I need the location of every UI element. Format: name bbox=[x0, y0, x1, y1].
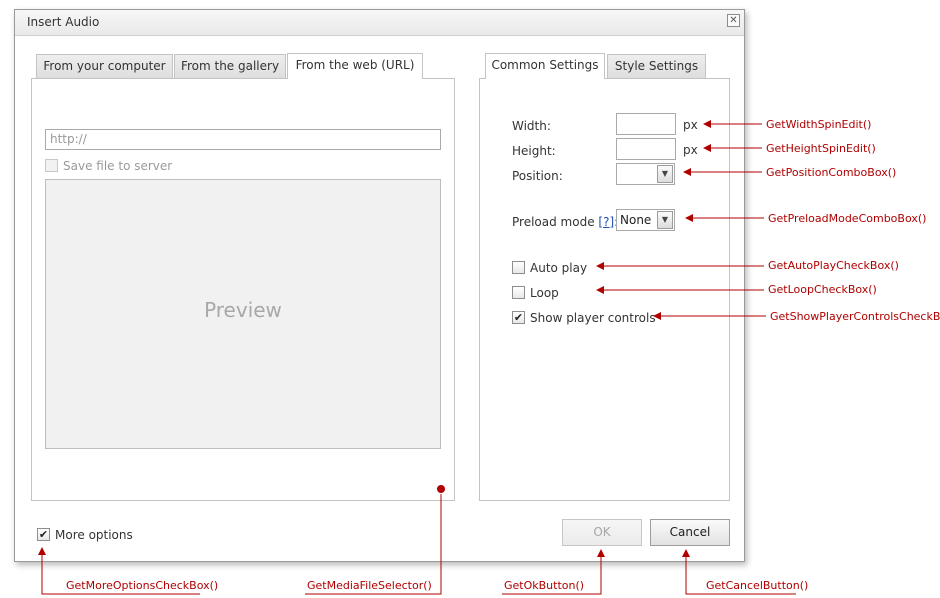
annotation-height: GetHeightSpinEdit() bbox=[766, 142, 876, 155]
annotation-width: GetWidthSpinEdit() bbox=[766, 118, 872, 131]
annotation-auto-play: GetAutoPlayCheckBox() bbox=[768, 259, 899, 272]
annotation-cancel: GetCancelButton() bbox=[706, 579, 809, 592]
tab-from-the-web-url[interactable]: From the web (URL) bbox=[287, 53, 423, 79]
annotation-media-selector: GetMediaFileSelector() bbox=[307, 579, 432, 592]
annotation-show-controls: GetShowPlayerControlsCheckBox() bbox=[770, 310, 940, 323]
tab-common-settings[interactable]: Common Settings bbox=[485, 53, 605, 79]
media-selector-marker bbox=[437, 485, 445, 493]
annotation-arrows bbox=[38, 120, 796, 595]
annotation-ok: GetOkButton() bbox=[504, 579, 585, 592]
annotation-loop: GetLoopCheckBox() bbox=[768, 283, 877, 296]
annotation-more-options: GetMoreOptionsCheckBox() bbox=[66, 579, 219, 592]
annotation-preload: GetPreloadModeComboBox() bbox=[768, 212, 927, 225]
annotation-position: GetPositionComboBox() bbox=[766, 166, 897, 179]
